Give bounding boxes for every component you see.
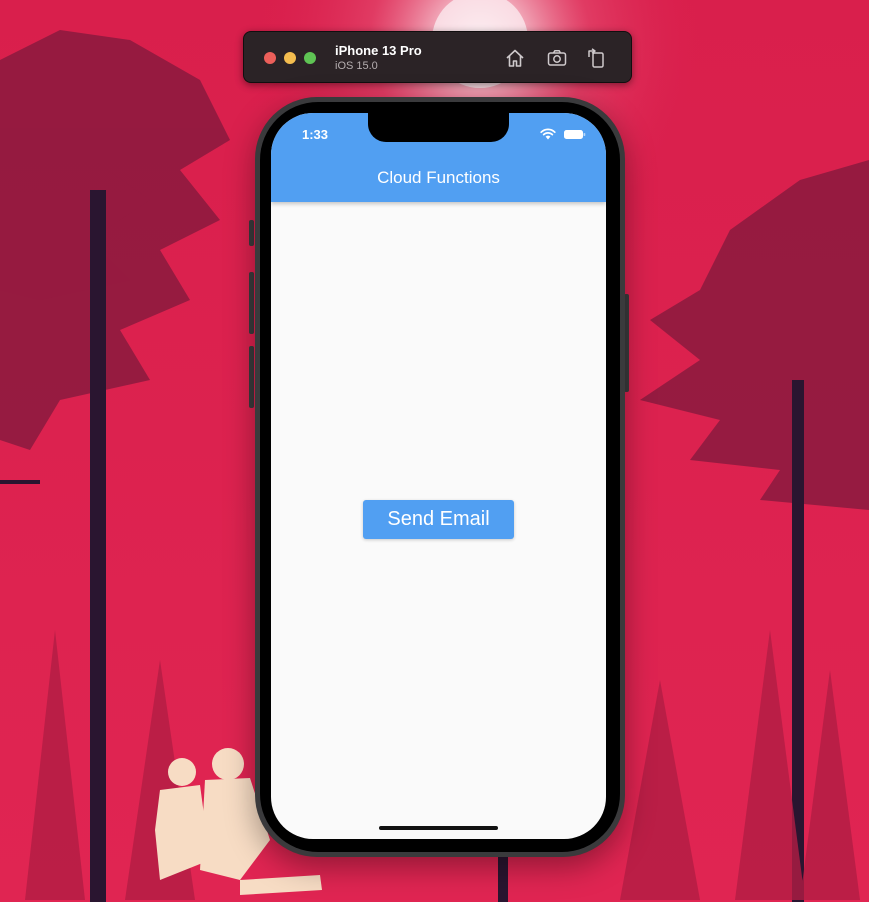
battery-icon: [564, 130, 586, 139]
phone-screen: 1:33 Cloud Functions Send Email: [271, 113, 606, 839]
status-icons: [526, 128, 586, 140]
status-time: 1:33: [302, 127, 329, 142]
close-window-button[interactable]: [264, 52, 276, 64]
home-indicator[interactable]: [379, 826, 498, 830]
wifi-icon: [540, 128, 556, 140]
volume-up-button: [249, 272, 254, 334]
zoom-window-button[interactable]: [304, 52, 316, 64]
minimize-window-button[interactable]: [284, 52, 296, 64]
app-title: Cloud Functions: [377, 168, 500, 187]
app-bar: 1:33 Cloud Functions: [271, 113, 606, 202]
volume-down-button: [249, 346, 254, 408]
home-icon[interactable]: [504, 47, 526, 69]
mute-switch: [249, 220, 254, 246]
screenshot-icon[interactable]: [546, 47, 568, 69]
device-name: iPhone 13 Pro: [335, 43, 422, 58]
send-email-button[interactable]: Send Email: [363, 500, 514, 539]
rotate-icon[interactable]: [586, 47, 608, 69]
simulator-toolbar: iPhone 13 Pro iOS 15.0: [243, 31, 632, 83]
notch: [368, 113, 509, 142]
os-version: iOS 15.0: [335, 60, 378, 72]
